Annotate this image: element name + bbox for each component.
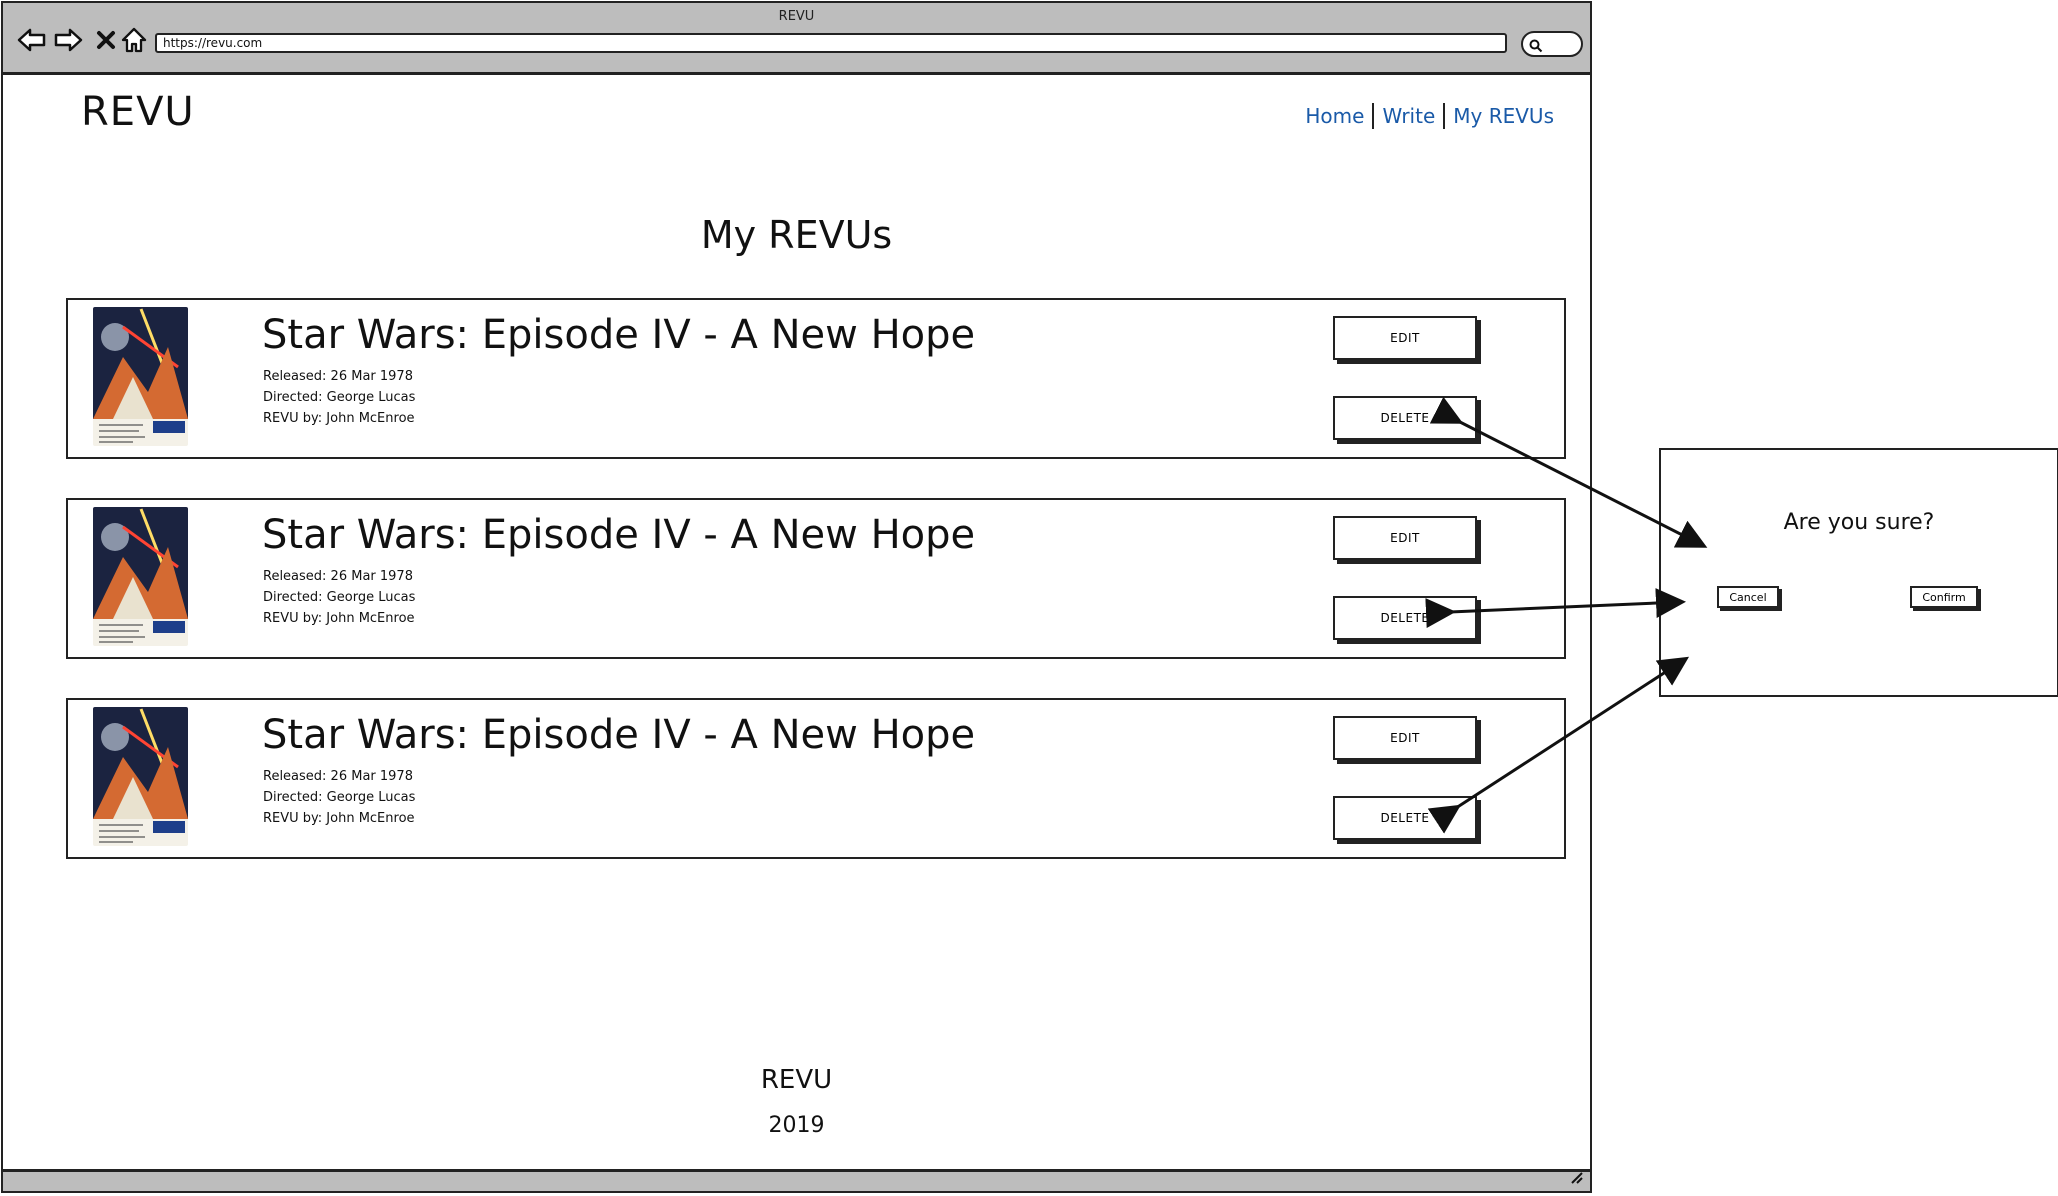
browser-window: REVU https://revu.com REVU Home Write My…	[1, 1, 1592, 1193]
page-title: My REVUs	[700, 213, 893, 257]
release-date: Released: 26 Mar 1978	[263, 369, 413, 384]
movie-title[interactable]: Star Wars: Episode IV - A New Hope	[262, 512, 975, 558]
director: Directed: George Lucas	[263, 390, 416, 405]
search-icon	[1529, 38, 1543, 57]
reviewer: REVU by: John McEnroe	[263, 811, 415, 826]
forward-icon[interactable]	[51, 23, 85, 57]
review-card: Star Wars: Episode IV - A New Hope Relea…	[66, 498, 1566, 659]
director: Directed: George Lucas	[263, 590, 416, 605]
resize-grip-icon[interactable]	[1570, 1171, 1584, 1189]
movie-title[interactable]: Star Wars: Episode IV - A New Hope	[262, 712, 975, 758]
confirm-dialog: Are you sure? Cancel Confirm	[1659, 448, 2058, 697]
cancel-button[interactable]: Cancel	[1717, 586, 1779, 608]
footer-brand: REVU	[760, 1065, 833, 1095]
nav-write-link[interactable]: Write	[1374, 104, 1443, 128]
movie-poster	[93, 507, 188, 646]
reviewer: REVU by: John McEnroe	[263, 611, 415, 626]
movie-title[interactable]: Star Wars: Episode IV - A New Hope	[262, 312, 975, 358]
browser-toolbar: REVU https://revu.com	[3, 3, 1590, 75]
reviewer: REVU by: John McEnroe	[263, 411, 415, 426]
movie-poster	[93, 707, 188, 846]
browser-status-bar	[3, 1169, 1590, 1191]
edit-button[interactable]: EDIT	[1333, 316, 1477, 360]
review-card: Star Wars: Episode IV - A New Hope Relea…	[66, 298, 1566, 459]
footer-year: 2019	[768, 1113, 825, 1138]
movie-meta: Released: 26 Mar 1978 Directed: George L…	[263, 566, 415, 629]
confirm-button[interactable]: Confirm	[1910, 586, 1978, 608]
edit-button[interactable]: EDIT	[1333, 716, 1477, 760]
delete-button[interactable]: DELETE	[1333, 796, 1477, 840]
home-icon[interactable]	[117, 23, 151, 57]
top-nav: Home Write My REVUs	[1297, 103, 1562, 129]
delete-button[interactable]: DELETE	[1333, 396, 1477, 440]
nav-my-revus-link[interactable]: My REVUs	[1445, 104, 1562, 128]
edit-button[interactable]: EDIT	[1333, 516, 1477, 560]
director: Directed: George Lucas	[263, 790, 416, 805]
delete-button[interactable]: DELETE	[1333, 596, 1477, 640]
movie-meta: Released: 26 Mar 1978 Directed: George L…	[263, 766, 415, 829]
release-date: Released: 26 Mar 1978	[263, 769, 413, 784]
confirm-question: Are you sure?	[1783, 510, 1935, 535]
url-bar[interactable]: https://revu.com	[155, 33, 1507, 53]
back-icon[interactable]	[15, 23, 49, 57]
nav-home-link[interactable]: Home	[1297, 104, 1372, 128]
site-logo[interactable]: REVU	[81, 89, 195, 135]
movie-poster	[93, 307, 188, 446]
search-field[interactable]	[1521, 31, 1583, 57]
movie-meta: Released: 26 Mar 1978 Directed: George L…	[263, 366, 415, 429]
window-title: REVU	[778, 9, 815, 24]
review-card: Star Wars: Episode IV - A New Hope Relea…	[66, 698, 1566, 859]
release-date: Released: 26 Mar 1978	[263, 569, 413, 584]
